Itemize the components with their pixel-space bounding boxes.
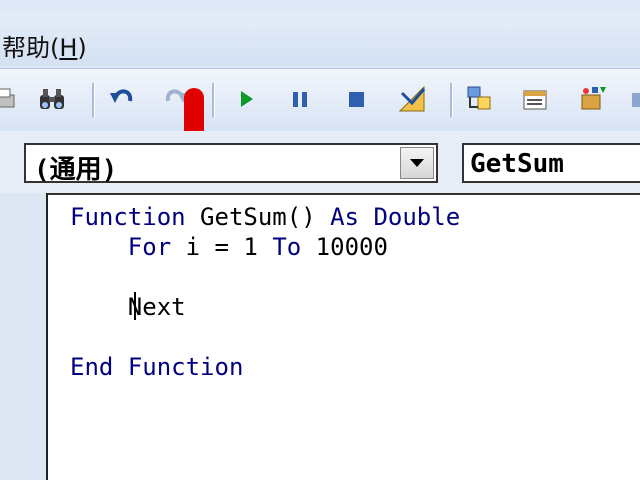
code-line: Function GetSum() As Double <box>70 202 460 232</box>
undo-icon[interactable] <box>106 83 138 115</box>
menu-help-label: 帮助( <box>2 34 60 62</box>
chevron-down-icon <box>410 159 424 167</box>
toolbox-icon[interactable] <box>630 83 640 115</box>
run-icon[interactable] <box>230 83 262 115</box>
standard-toolbar <box>0 68 640 132</box>
code-line: For i = 1 To 10000 <box>70 232 388 262</box>
code-text: GetSum() <box>185 203 331 231</box>
menu-help[interactable]: 帮助(H) <box>2 28 87 63</box>
object-browser-icon[interactable] <box>576 83 608 115</box>
menu-help-accel: H <box>59 34 78 62</box>
object-combo-value: (通用) <box>34 155 118 185</box>
code-margin <box>0 193 48 480</box>
code-keyword: Next <box>127 293 186 321</box>
code-keyword: Function <box>127 353 244 381</box>
pause-icon[interactable] <box>284 83 316 115</box>
menu-help-close: ) <box>77 34 87 62</box>
toolbar-separator <box>212 83 215 117</box>
find-icon[interactable] <box>36 83 68 115</box>
object-combo-dropdown-button[interactable] <box>400 147 434 179</box>
project-explorer-icon[interactable] <box>464 83 496 115</box>
code-keyword: Double <box>373 203 461 231</box>
code-keyword: To <box>272 233 302 261</box>
object-combo[interactable]: (通用) <box>24 143 438 185</box>
design-mode-icon[interactable] <box>396 83 428 115</box>
print-icon[interactable] <box>0 83 18 115</box>
code-line: Next <box>70 292 186 322</box>
menubar-cut-off <box>0 0 640 12</box>
code-keyword: Function <box>70 203 186 231</box>
code-keyword: As <box>330 203 359 231</box>
code-line: End Function <box>70 352 243 382</box>
procedure-combo[interactable]: GetSum <box>462 143 640 183</box>
properties-icon[interactable] <box>520 83 552 115</box>
toolbar-separator <box>92 83 95 117</box>
code-editor-border <box>0 193 640 195</box>
code-text: 10000 <box>301 233 388 261</box>
text-caret <box>134 292 136 320</box>
toolbar-separator <box>450 83 453 117</box>
menubar: 帮助(H) <box>0 12 640 66</box>
code-text: i = 1 <box>171 233 273 261</box>
stop-icon[interactable] <box>340 83 372 115</box>
code-keyword: End <box>70 353 114 381</box>
procedure-combo-value: GetSum <box>470 149 564 179</box>
code-keyword: For <box>127 233 172 261</box>
